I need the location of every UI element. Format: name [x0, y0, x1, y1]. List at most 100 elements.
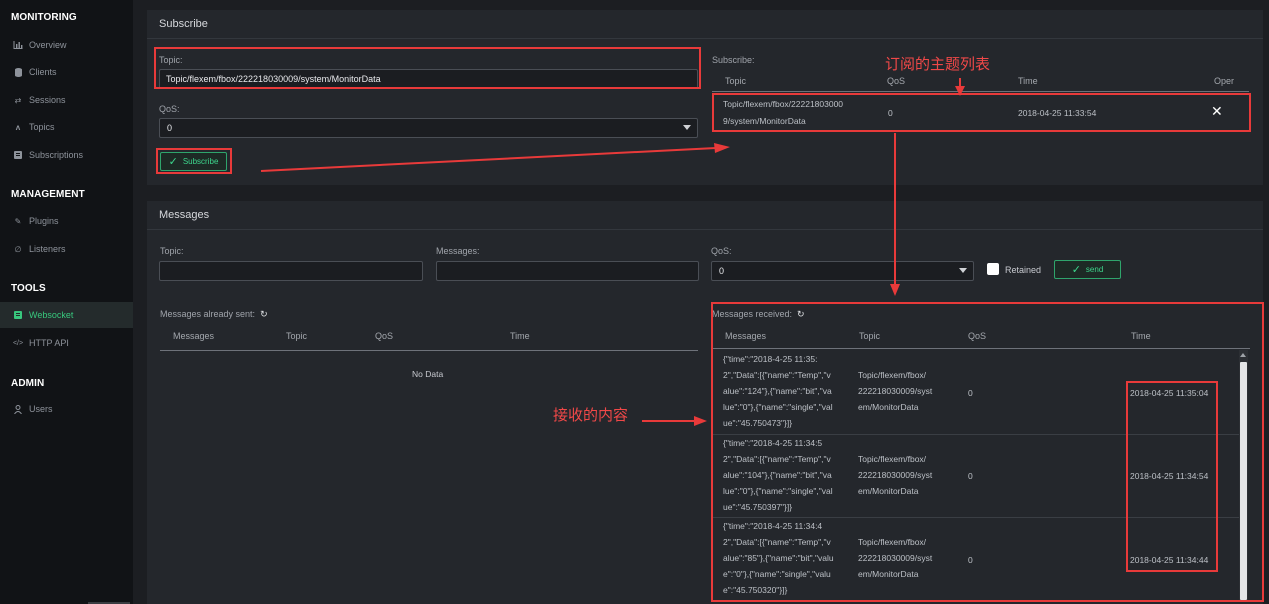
received-topic-line: em/MonitorData [858, 486, 919, 496]
sidebar-item-clients[interactable]: Clients [0, 59, 133, 85]
sidebar-item-label: Overview [29, 40, 67, 50]
retained-label: Retained [1005, 265, 1042, 275]
chevron-down-icon [959, 268, 967, 273]
received-col-time: Time [1131, 331, 1151, 341]
subscribe-row-topic-line: 9/system/MonitorData [723, 116, 806, 126]
received-msg-line: {"time":"2018-4-25 11:34:5 [723, 438, 823, 448]
subscribe-button[interactable]: ✓ Subscribe [160, 152, 227, 171]
sidebar-item-overview[interactable]: Overview [0, 32, 133, 58]
scroll-thumb[interactable] [1240, 362, 1247, 600]
messages-sent-label: Messages already sent: ↻ [160, 309, 268, 320]
sidebar-item-label: Users [29, 404, 53, 414]
sidebar-item-label: Clients [29, 67, 57, 77]
received-msg-line: alue":"124"},{"name":"bit","va [723, 386, 832, 396]
code-icon: </> [12, 339, 24, 347]
no-data-text: No Data [412, 369, 444, 379]
subscribe-list-label: Subscribe: [712, 55, 755, 65]
messages-qos-value: 0 [719, 266, 725, 276]
received-msg-line: lue":"0"},{"name":"single","val [723, 486, 833, 496]
subscribe-row-topic-line: Topic/flexem/fbox/22221803000 [723, 99, 844, 109]
check-icon: ✓ [1071, 264, 1081, 276]
section-title-admin: ADMIN [11, 378, 45, 389]
listeners-icon: ∅ [14, 244, 22, 254]
received-scrollbar[interactable] [1239, 350, 1248, 602]
chevron-down-icon [683, 125, 691, 130]
sidebar-item-label: Websocket [29, 310, 74, 320]
sidebar-item-subscriptions[interactable]: Subscriptions [0, 142, 133, 168]
subscribe-col-time: Time [1018, 76, 1038, 86]
messages-received-label-text: Messages received: [712, 309, 793, 319]
received-time: 2018-04-25 11:34:44 [1130, 555, 1209, 565]
subscribe-row-time: 2018-04-25 11:33:54 [1018, 108, 1097, 118]
send-button-label: send [1085, 265, 1104, 274]
messages-topic-label: Topic: [160, 246, 184, 256]
sidebar-item-topics[interactable]: ʌ Topics [0, 114, 133, 140]
received-topic-line: Topic/flexem/fbox/ [858, 370, 927, 380]
received-time: 2018-04-25 11:35:04 [1130, 388, 1209, 398]
subscribe-panel-title: Subscribe [147, 10, 1263, 39]
section-title-tools: TOOLS [11, 283, 46, 294]
subscriptions-icon [12, 151, 24, 159]
subscribe-qos-select[interactable]: 0 [159, 118, 698, 138]
subscribe-qos-value: 0 [167, 123, 173, 133]
received-col-qos: QoS [968, 331, 987, 341]
received-time: 2018-04-25 11:34:54 [1130, 471, 1209, 481]
sidebar-item-label: Subscriptions [29, 150, 84, 160]
sidebar-item-label: HTTP API [29, 338, 69, 348]
received-col-messages: Messages [725, 331, 767, 341]
received-msg-line: {"time":"2018-4-25 11:35: [723, 354, 818, 364]
received-msg-line: ue":"45.750473"}]} [723, 418, 793, 428]
websocket-icon [12, 311, 24, 319]
received-msg-line: lue":"0"},{"name":"single","val [723, 402, 833, 412]
sidebar-item-plugins[interactable]: ✎ Plugins [0, 208, 133, 234]
received-table-header-divider [712, 348, 1250, 349]
messages-qos-label: QoS: [711, 246, 732, 256]
messages-content-input[interactable] [436, 261, 699, 281]
annotation-received-content-text: 接收的内容 [553, 406, 629, 424]
subscribe-topic-label: Topic: [159, 55, 183, 65]
unsubscribe-close-icon[interactable]: ✕ [1211, 103, 1223, 119]
received-topic-line: 222218030009/syst [858, 553, 933, 563]
section-title-management: MANAGEMENT [11, 189, 85, 200]
messages-panel-title: Messages [147, 201, 1263, 230]
check-icon: ✓ [168, 156, 178, 168]
received-topic-line: Topic/flexem/fbox/ [858, 537, 927, 547]
received-msg-line: 2","Data":[{"name":"Temp","v [723, 537, 831, 547]
sent-table-header-divider [160, 350, 698, 351]
messages-qos-select[interactable]: 0 [711, 261, 974, 281]
received-msg-line: 2","Data":[{"name":"Temp","v [723, 370, 831, 380]
messages-sent-label-text: Messages already sent: [160, 309, 256, 319]
topics-icon: ʌ [15, 122, 21, 132]
received-msg-line: e":"0"},{"name":"single","valu [723, 569, 831, 579]
sidebar-item-label: Sessions [29, 95, 66, 105]
retained-checkbox[interactable] [987, 263, 999, 275]
sidebar-item-websocket[interactable]: Websocket [0, 302, 133, 328]
received-col-topic: Topic [859, 331, 881, 341]
sidebar-item-listeners[interactable]: ∅ Listeners [0, 236, 133, 262]
received-qos: 0 [968, 471, 973, 481]
database-icon [12, 67, 24, 77]
messages-panel: Messages Topic: Messages: QoS: 0 Retaine… [147, 201, 1263, 604]
send-button[interactable]: ✓ send [1054, 260, 1121, 279]
subscribe-qos-label: QoS: [159, 104, 180, 114]
sidebar: MONITORING Overview Clients ⇄ Sessions ʌT… [0, 0, 133, 604]
received-topic-line: 222218030009/syst [858, 470, 933, 480]
sent-col-topic: Topic [286, 331, 308, 341]
messages-received-label: Messages received: ↻ [712, 309, 805, 320]
sidebar-item-sessions[interactable]: ⇄ Sessions [0, 87, 133, 113]
messages-content-label: Messages: [436, 246, 480, 256]
annotation-subscribed-list-text: 订阅的主题列表 [885, 55, 991, 73]
subscribe-button-label: Subscribe [182, 157, 219, 166]
refresh-icon[interactable]: ↻ [260, 309, 268, 320]
messages-topic-input[interactable] [159, 261, 423, 281]
sent-col-time: Time [510, 331, 530, 341]
sidebar-item-users[interactable]: Users [0, 396, 133, 422]
subscribe-row-qos: 0 [888, 108, 893, 118]
subscribe-topic-input[interactable]: Topic/flexem/fbox/222218030009/system/Mo… [159, 69, 698, 89]
sidebar-item-http-api[interactable]: </> HTTP API [0, 330, 133, 356]
sidebar-item-label: Listeners [29, 244, 66, 254]
refresh-icon[interactable]: ↻ [797, 309, 805, 320]
received-topic-line: em/MonitorData [858, 569, 919, 579]
received-msg-line: alue":"104"},{"name":"bit","va [723, 470, 832, 480]
scroll-up-arrow-icon[interactable] [1240, 353, 1246, 357]
